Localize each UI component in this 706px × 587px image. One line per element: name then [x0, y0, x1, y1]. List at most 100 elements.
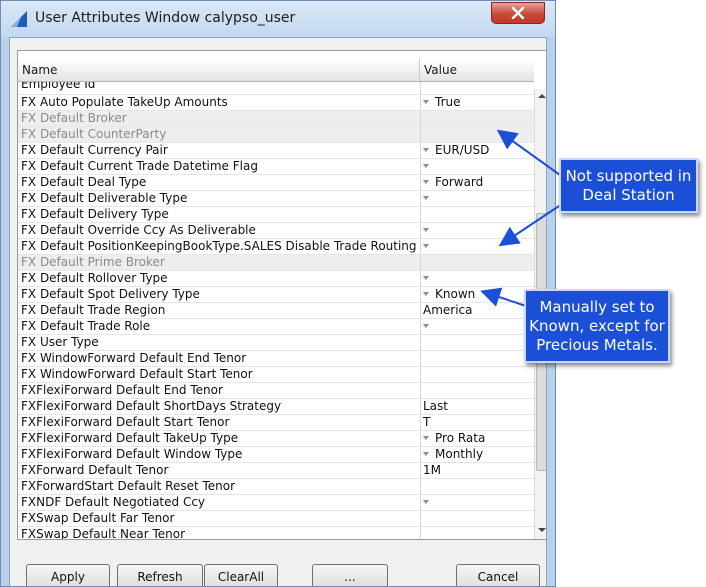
dropdown-caret-icon[interactable] [423, 500, 429, 504]
dropdown-caret-icon[interactable] [423, 196, 429, 200]
attribute-name-cell: FXFlexiForward Default Window Type [21, 447, 243, 461]
table-row[interactable]: FXFlexiForward Default ShortDays Strateg… [18, 399, 534, 415]
attribute-value-cell[interactable] [423, 127, 533, 142]
table-row[interactable]: FX Default Spot Delivery Type Known [18, 287, 534, 303]
table-row[interactable]: FX WindowForward Default End Tenor [18, 351, 534, 367]
clear-all-button[interactable]: ClearAll [204, 564, 278, 586]
table-row[interactable]: FX Default Rollover Type [18, 271, 534, 287]
dropdown-caret-icon[interactable] [423, 436, 429, 440]
attribute-value-cell[interactable] [423, 383, 533, 398]
table-row[interactable]: FX Default Delivery Type [18, 207, 534, 223]
table-row[interactable]: FXFlexiForward Default TakeUp Type Pro Ra… [18, 431, 534, 447]
dropdown-caret-icon[interactable] [423, 452, 429, 456]
dropdown-caret-icon[interactable] [423, 100, 429, 104]
more-options-button[interactable]: ... [312, 564, 388, 586]
attribute-name-cell: FX Default Spot Delivery Type [21, 287, 200, 301]
dropdown-caret-icon[interactable] [423, 228, 429, 232]
attribute-value-cell[interactable] [423, 223, 533, 238]
scroll-up-arrow-icon[interactable] [535, 89, 547, 103]
column-divider [420, 223, 421, 238]
attribute-value-cell[interactable] [423, 255, 533, 270]
dropdown-caret-icon[interactable] [423, 276, 429, 280]
table-row[interactable]: FX WindowForward Default Start Tenor [18, 367, 534, 383]
column-divider [420, 255, 421, 270]
attribute-value-cell[interactable]: Forward [423, 175, 533, 190]
attribute-value-cell[interactable]: Known [423, 287, 533, 302]
table-row[interactable]: FX Default Override Ccy As Deliverable [18, 223, 534, 239]
attribute-name-cell: FX Default Prime Broker [21, 255, 165, 269]
table-row[interactable]: FX Default Broker [18, 111, 534, 127]
title-bar[interactable]: User Attributes Window calypso_user [1, 1, 555, 37]
column-divider [420, 415, 421, 430]
attribute-value-cell[interactable]: Last [423, 399, 533, 414]
attribute-value-cell[interactable]: America [423, 303, 533, 318]
column-divider [420, 335, 421, 350]
attribute-value-cell[interactable] [423, 511, 533, 526]
attribute-value-cell[interactable] [423, 159, 533, 174]
attributes-table: Name Value Employee Id FX Auto Populate T… [17, 50, 547, 540]
attribute-value-cell[interactable]: 1M [423, 463, 533, 478]
table-row[interactable]: FX Default Deal Type Forward [18, 175, 534, 191]
table-row[interactable]: FX Default CounterParty [18, 127, 534, 143]
attribute-value-cell[interactable] [423, 527, 533, 539]
table-row[interactable]: FX Default PositionKeepingBookType.SALES… [18, 239, 534, 255]
column-divider [420, 191, 421, 206]
apply-button[interactable]: Apply [26, 564, 110, 586]
table-row[interactable]: FXNDF Default Negotiated Ccy [18, 495, 534, 511]
attribute-value-cell[interactable]: EUR/USD [423, 143, 533, 158]
table-row[interactable]: FXFlexiForward Default End Tenor [18, 383, 534, 399]
callout-manually-set: Manually set to Known, except for Precio… [524, 289, 670, 363]
table-row[interactable]: FXForward Default Tenor 1M [18, 463, 534, 479]
attribute-value-cell[interactable]: T [423, 415, 533, 430]
table-row[interactable]: FXSwap Default Far Tenor [18, 511, 534, 527]
table-row[interactable]: Employee Id [18, 82, 534, 95]
close-button[interactable] [491, 2, 545, 24]
attribute-value-cell[interactable] [423, 239, 533, 254]
attribute-value-cell[interactable] [423, 351, 533, 366]
scroll-down-arrow-icon[interactable] [535, 523, 547, 537]
attribute-name-cell: FX User Type [21, 335, 99, 349]
table-row[interactable]: FX Default Trade Region America [18, 303, 534, 319]
attribute-value-cell[interactable] [423, 335, 533, 350]
table-row[interactable]: FXSwap Default Near Tenor [18, 527, 534, 540]
attribute-name-cell: FXSwap Default Near Tenor [21, 527, 186, 540]
table-header: Name Value [18, 59, 534, 82]
dropdown-caret-icon[interactable] [423, 292, 429, 296]
attribute-value-cell[interactable] [423, 479, 533, 494]
table-row[interactable]: FX Default Currency Pair EUR/USD [18, 143, 534, 159]
column-header-value[interactable]: Value [420, 59, 534, 81]
dropdown-caret-icon[interactable] [423, 324, 429, 328]
table-row[interactable]: FX User Type [18, 335, 534, 351]
attribute-value-cell[interactable] [423, 191, 533, 206]
column-divider [420, 463, 421, 478]
attribute-value-text: Pro Rata [435, 431, 486, 445]
column-header-name[interactable]: Name [18, 59, 420, 81]
attribute-value-cell[interactable] [423, 319, 533, 334]
attribute-name-cell: FXNDF Default Negotiated Ccy [21, 495, 206, 509]
table-row[interactable]: FX Default Current Trade Datetime Flag [18, 159, 534, 175]
dropdown-caret-icon[interactable] [423, 244, 429, 248]
table-row[interactable]: FX Default Prime Broker [18, 255, 534, 271]
table-row[interactable]: FX Default Deliverable Type [18, 191, 534, 207]
attribute-value-cell[interactable]: Pro Rata [423, 431, 533, 446]
column-divider [420, 367, 421, 382]
table-row[interactable]: FX Default Trade Role [18, 319, 534, 335]
cancel-button[interactable]: Cancel [456, 564, 540, 586]
table-row[interactable]: FXForwardStart Default Reset Tenor [18, 479, 534, 495]
table-row[interactable]: FX Auto Populate TakeUp Amounts True [18, 95, 534, 111]
column-divider [420, 447, 421, 462]
attribute-value-cell[interactable] [423, 495, 533, 510]
close-x-icon [511, 7, 525, 19]
dropdown-caret-icon[interactable] [423, 148, 429, 152]
table-row[interactable]: FXFlexiForward Default Start Tenor T [18, 415, 534, 431]
table-row[interactable]: FXFlexiForward Default Window Type Monthl… [18, 447, 534, 463]
attribute-value-cell[interactable]: True [423, 95, 533, 110]
attribute-value-cell[interactable]: Monthly [423, 447, 533, 462]
attribute-value-cell[interactable] [423, 271, 533, 286]
attribute-value-cell[interactable] [423, 111, 533, 126]
attribute-value-cell[interactable] [423, 207, 533, 222]
refresh-button[interactable]: Refresh [117, 564, 203, 586]
dropdown-caret-icon[interactable] [423, 164, 429, 168]
dropdown-caret-icon[interactable] [423, 180, 429, 184]
attribute-value-cell[interactable] [423, 367, 533, 382]
